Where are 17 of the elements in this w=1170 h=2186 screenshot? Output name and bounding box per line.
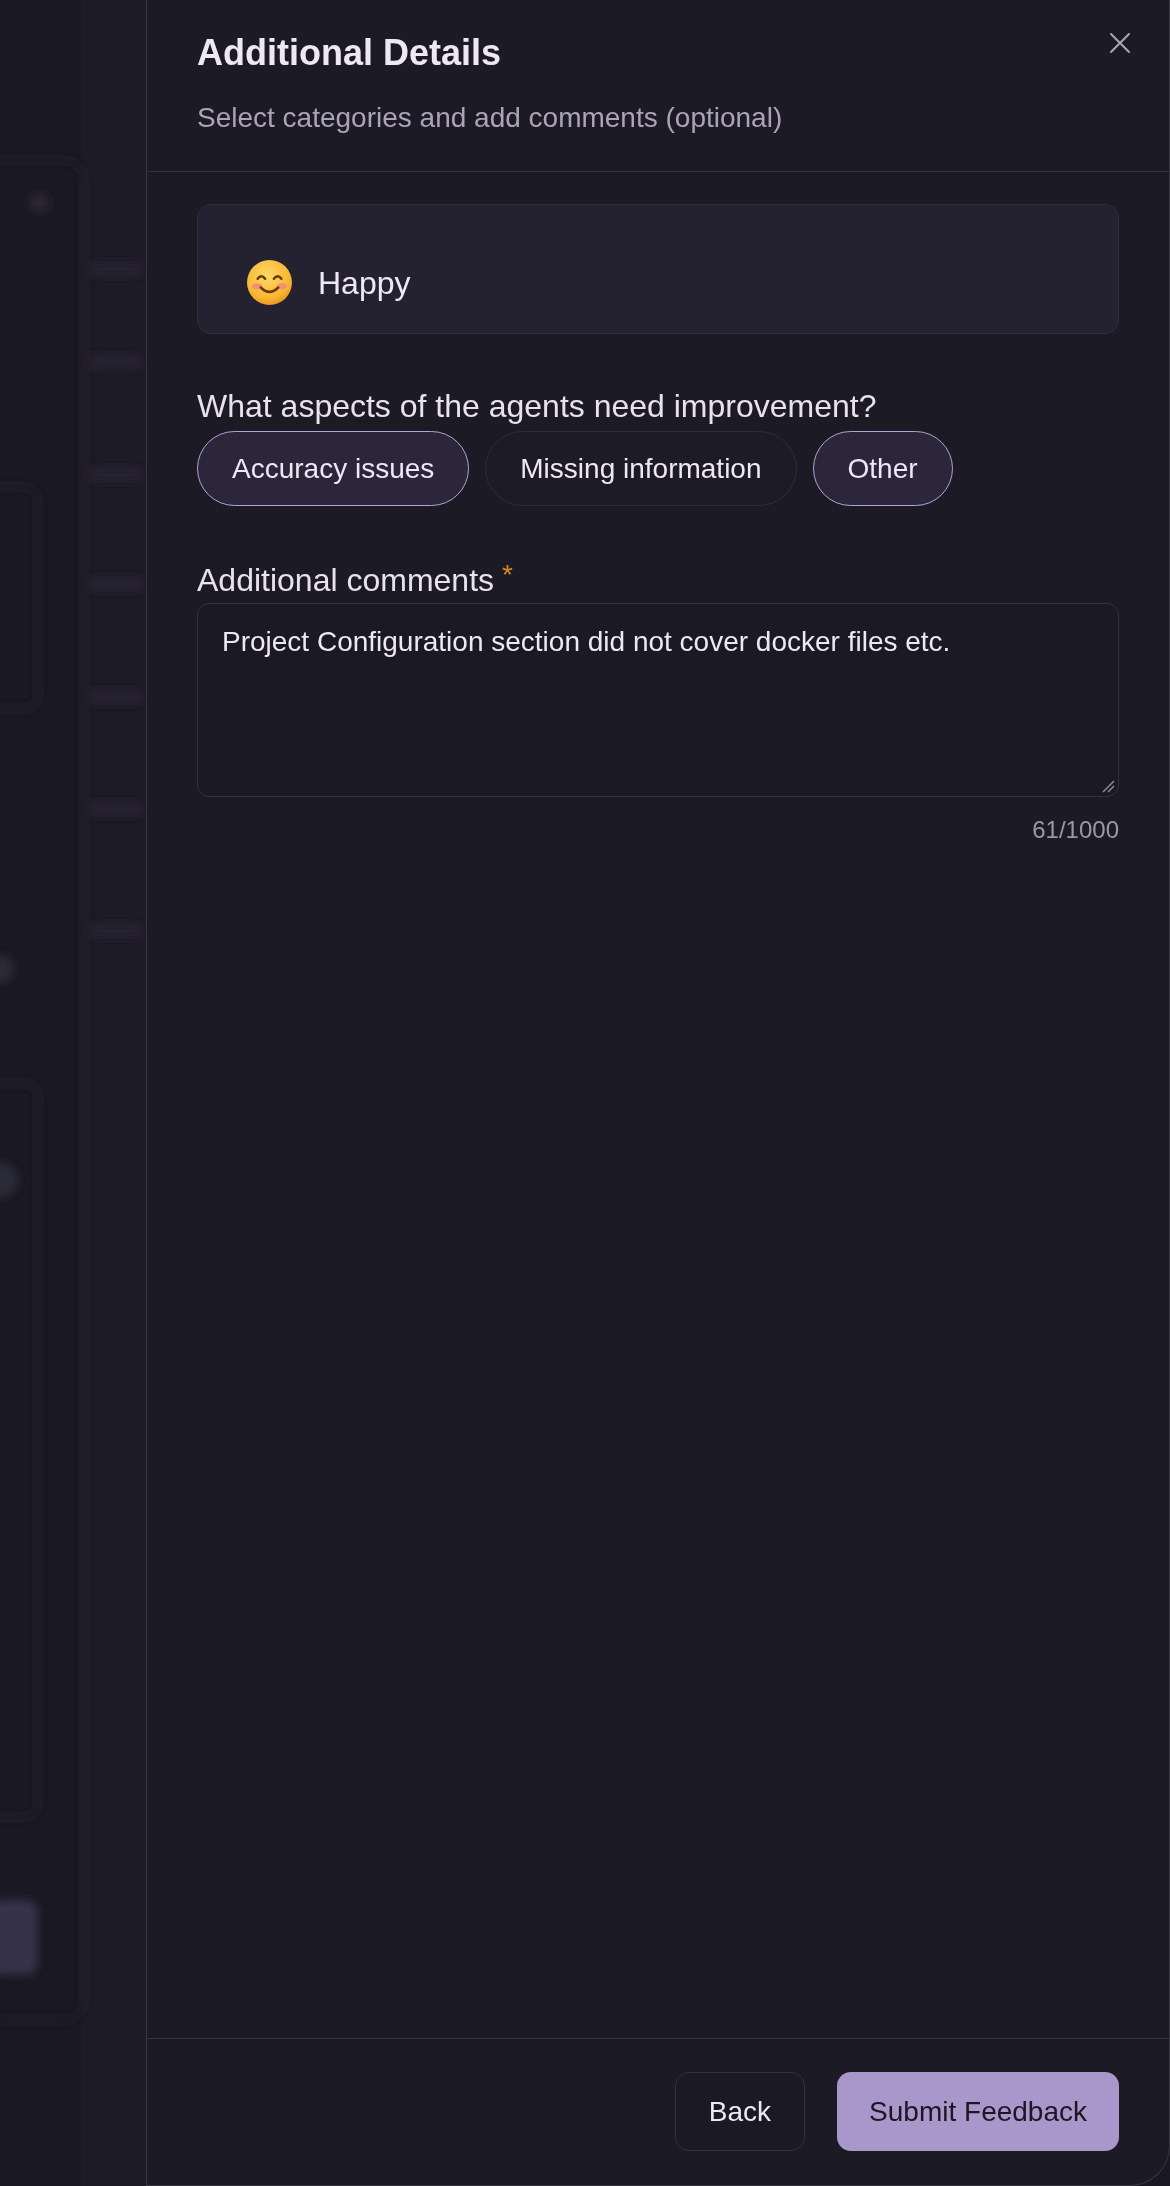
comments-field[interactable]: Project Configuration section did not cover docker files etc. (197, 603, 1119, 797)
dialog-title: Additional Details (197, 31, 503, 74)
submit-button[interactable]: Submit Feedback (837, 2072, 1119, 2151)
resize-grip-icon (1102, 780, 1115, 793)
question-label: What aspects of the agents need improvement? (197, 387, 878, 425)
comments-label: Additional comments (197, 561, 495, 599)
dialog-subtitle: Select categories and add comments (optional) (197, 101, 783, 135)
mood-label: Happy (318, 263, 411, 303)
close-icon (1109, 32, 1131, 54)
category-chip[interactable]: Accuracy issues (197, 431, 470, 506)
required-asterisk: * (502, 561, 513, 589)
character-counter: 61/1000 (1032, 815, 1119, 844)
category-chip[interactable]: Missing information (485, 431, 797, 506)
close-button[interactable] (1109, 32, 1131, 54)
back-button[interactable]: Back (674, 2072, 806, 2151)
category-chip[interactable]: Other (812, 431, 953, 506)
smiling-face-icon (247, 260, 292, 305)
